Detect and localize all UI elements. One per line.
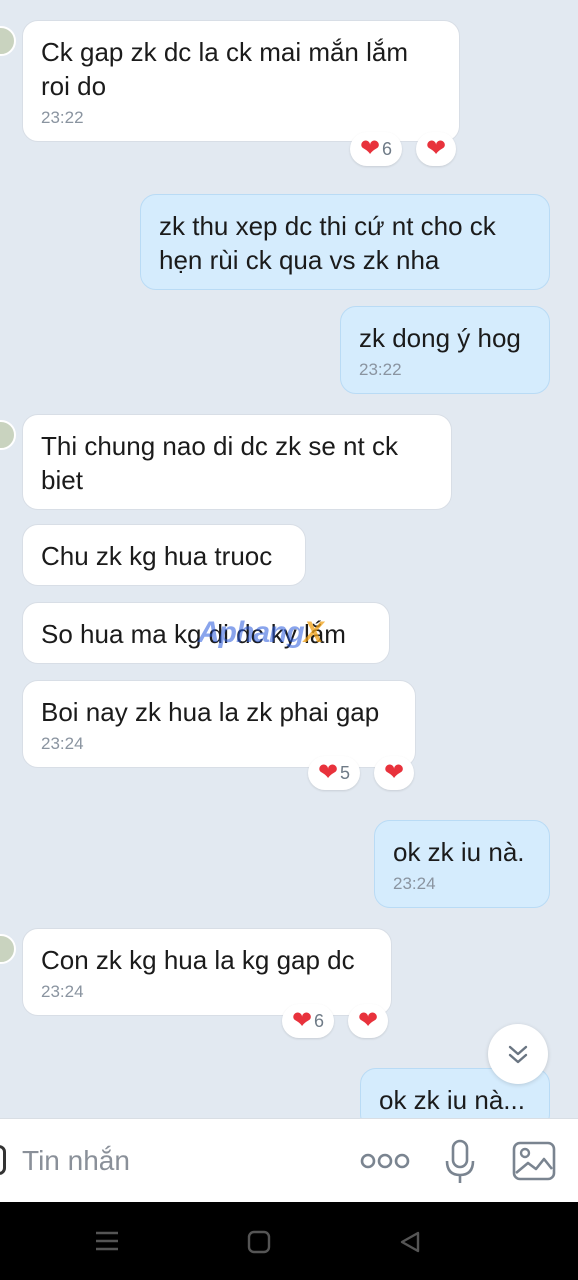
message-bubble-outgoing[interactable]: ok zk iu nà. 23:24: [374, 820, 550, 908]
system-nav-bar: [0, 1202, 578, 1280]
message-text: zk thu xep dc thi cứ nt cho ck hẹn rùi c…: [159, 211, 496, 275]
heart-icon: ❤: [425, 135, 447, 162]
avatar[interactable]: [0, 420, 16, 450]
message-bubble-incoming[interactable]: Chu zk kg hua truoc: [22, 524, 306, 586]
message-text: Thi chung nao di dc zk se nt ck biet: [41, 431, 398, 495]
scroll-down-icon: [508, 1045, 528, 1064]
chat-area[interactable]: Ck gap zk dc la ck mai mắn lắm roi do 23…: [0, 0, 578, 1118]
reaction-summary[interactable]: ❤ 5: [308, 756, 360, 790]
heart-icon: ❤: [383, 759, 405, 786]
more-dots-icon[interactable]: [360, 1149, 410, 1173]
message-text: Con zk kg hua la kg gap dc: [41, 945, 355, 975]
microphone-icon[interactable]: [444, 1139, 476, 1185]
message-bubble-incoming[interactable]: Thi chung nao di dc zk se nt ck biet: [22, 414, 452, 510]
menu-icon[interactable]: [94, 1230, 120, 1252]
heart-icon: ❤: [291, 1007, 313, 1034]
message-text: ok zk iu nà...: [379, 1085, 525, 1115]
message-bubble-outgoing[interactable]: zk thu xep dc thi cứ nt cho ck hẹn rùi c…: [140, 194, 550, 290]
emoji-icon[interactable]: [0, 1145, 6, 1175]
heart-icon: ❤: [359, 135, 381, 162]
image-icon[interactable]: [512, 1141, 556, 1181]
message-text: ok zk iu nà.: [393, 837, 525, 867]
message-input[interactable]: Tin nhắn: [22, 1145, 130, 1177]
heart-icon: ❤: [357, 1007, 379, 1034]
home-icon[interactable]: [247, 1230, 271, 1254]
message-text: zk dong ý hog: [359, 323, 521, 353]
react-button[interactable]: ❤: [374, 756, 414, 790]
message-bubble-incoming[interactable]: Ck gap zk dc la ck mai mắn lắm roi do 23…: [22, 20, 460, 142]
avatar[interactable]: [0, 934, 16, 964]
back-icon[interactable]: [398, 1230, 422, 1254]
scroll-down-button[interactable]: [488, 1024, 548, 1084]
reaction-summary[interactable]: ❤ 6: [282, 1004, 334, 1038]
message-text: Chu zk kg hua truoc: [41, 541, 273, 571]
message-time: 23:24: [41, 982, 84, 1001]
reaction-count: 6: [382, 138, 393, 159]
watermark-logo: AphangX: [198, 616, 324, 649]
heart-icon: ❤: [317, 759, 339, 786]
message-text: Boi nay zk hua la zk phai gap: [41, 697, 380, 727]
avatar[interactable]: [0, 26, 16, 56]
react-button[interactable]: ❤: [348, 1004, 388, 1038]
message-bubble-incoming[interactable]: Boi nay zk hua la zk phai gap 23:24: [22, 680, 416, 768]
reaction-count: 5: [340, 762, 351, 783]
message-time: 23:24: [41, 734, 84, 753]
message-input-bar: Tin nhắn: [0, 1118, 578, 1203]
message-time: 23:24: [393, 874, 436, 893]
message-bubble-outgoing[interactable]: zk dong ý hog 23:22: [340, 306, 550, 394]
message-bubble-incoming[interactable]: Con zk kg hua la kg gap dc 23:24: [22, 928, 392, 1016]
reaction-count: 6: [314, 1010, 325, 1031]
message-time: 23:22: [359, 360, 402, 379]
message-time: 23:22: [41, 108, 84, 127]
reaction-summary[interactable]: ❤ 6: [350, 132, 402, 166]
message-text: Ck gap zk dc la ck mai mắn lắm roi do: [41, 37, 409, 101]
react-button[interactable]: ❤: [416, 132, 456, 166]
